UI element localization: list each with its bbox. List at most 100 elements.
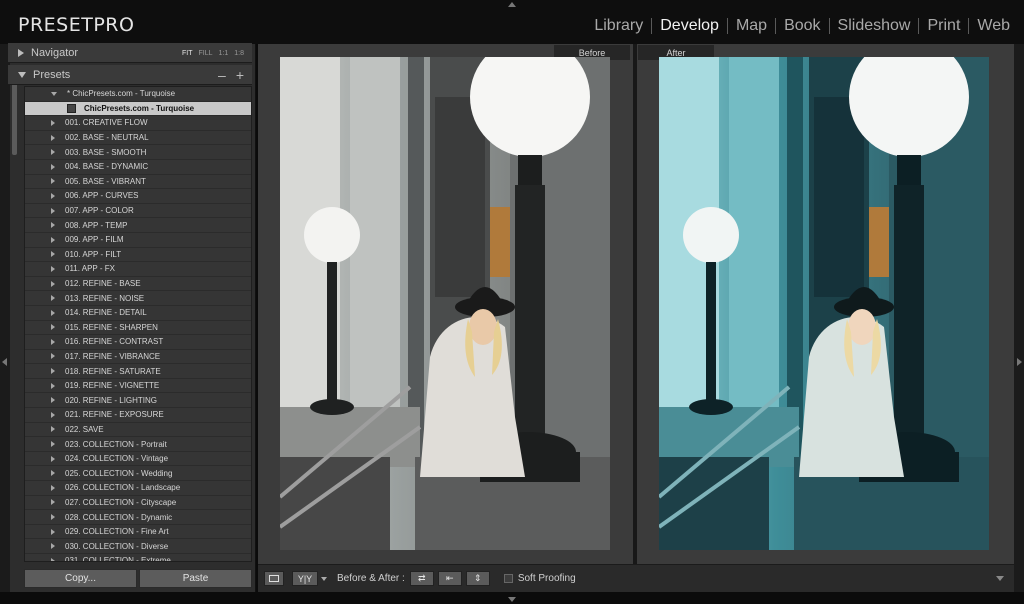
folder-collapsed-icon[interactable] (51, 499, 55, 506)
folder-collapsed-icon[interactable] (51, 163, 55, 170)
before-after-mode-button[interactable]: Y|Y (292, 571, 318, 586)
add-preset-button[interactable]: + (236, 67, 244, 83)
collapse-left-panel-icon[interactable] (2, 358, 7, 366)
folder-collapsed-icon[interactable] (51, 411, 55, 418)
folder-collapsed-icon[interactable] (51, 119, 55, 126)
preset-folder[interactable]: 003. BASE - SMOOTH (25, 145, 251, 160)
folder-collapsed-icon[interactable] (51, 397, 55, 404)
folder-collapsed-icon[interactable] (51, 455, 55, 462)
module-library[interactable]: Library (586, 17, 651, 35)
folder-collapsed-icon[interactable] (51, 309, 55, 316)
folder-collapsed-icon[interactable] (51, 441, 55, 448)
folder-collapsed-icon[interactable] (51, 178, 55, 185)
preset-folder[interactable]: 009. APP - FILM (25, 233, 251, 248)
paste-button[interactable]: Paste (139, 569, 252, 588)
folder-collapsed-icon[interactable] (51, 557, 55, 561)
preset-folder[interactable]: 031. COLLECTION - Extreme (25, 554, 251, 561)
mode-dropdown-icon[interactable] (321, 576, 327, 581)
folder-collapsed-icon[interactable] (51, 251, 55, 258)
preset-folder[interactable]: 004. BASE - DYNAMIC (25, 160, 251, 175)
folder-collapsed-icon[interactable] (51, 528, 55, 535)
remove-preset-button[interactable]: – (218, 67, 226, 83)
preset-folder[interactable]: 019. REFINE - VIGNETTE (25, 379, 251, 394)
preset-folder[interactable]: 029. COLLECTION - Fine Art (25, 525, 251, 540)
preset-folder[interactable]: 018. REFINE - SATURATE (25, 364, 251, 379)
preset-folder[interactable]: 006. APP - CURVES (25, 189, 251, 204)
loupe-view-button[interactable] (264, 571, 284, 586)
collapse-triangle-icon[interactable] (18, 71, 26, 78)
folder-collapsed-icon[interactable] (51, 265, 55, 272)
preset-folder[interactable]: 016. REFINE - CONTRAST (25, 335, 251, 350)
module-map[interactable]: Map (728, 17, 775, 35)
module-book[interactable]: Book (776, 17, 828, 35)
module-develop[interactable]: Develop (652, 17, 727, 35)
swap-before-after-button[interactable]: ⇕ (465, 571, 490, 586)
preset-folder[interactable]: 022. SAVE (25, 423, 251, 438)
folder-collapsed-icon[interactable] (51, 484, 55, 491)
preset-folder[interactable]: 028. COLLECTION - Dynamic (25, 510, 251, 525)
preset-folder[interactable]: 010. APP - FILT (25, 248, 251, 263)
preset-folder[interactable]: 013. REFINE - NOISE (25, 291, 251, 306)
folder-collapsed-icon[interactable] (51, 426, 55, 433)
folder-collapsed-icon[interactable] (51, 324, 55, 331)
folder-collapsed-icon[interactable] (51, 149, 55, 156)
preset-folder[interactable]: 007. APP - COLOR (25, 204, 251, 219)
expand-triangle-icon[interactable] (18, 48, 24, 57)
folder-collapsed-icon[interactable] (51, 543, 55, 550)
preset-folder[interactable]: 023. COLLECTION - Portrait (25, 437, 251, 452)
folder-collapsed-icon[interactable] (51, 514, 55, 521)
collapse-right-panel-icon[interactable] (1017, 358, 1022, 366)
zoom-fill[interactable]: FILL (199, 50, 213, 57)
preset-folder[interactable]: 021. REFINE - EXPOSURE (25, 408, 251, 423)
preset-folder-open[interactable]: * ChicPresets.com - Turquoise (25, 87, 251, 102)
preset-folder[interactable]: 026. COLLECTION - Landscape (25, 481, 251, 496)
folder-collapsed-icon[interactable] (51, 280, 55, 287)
preset-folder[interactable]: 011. APP - FX (25, 262, 251, 277)
folder-collapsed-icon[interactable] (51, 134, 55, 141)
module-print[interactable]: Print (919, 17, 968, 35)
folder-collapsed-icon[interactable] (51, 222, 55, 229)
preset-folder[interactable]: 020. REFINE - LIGHTING (25, 393, 251, 409)
folder-collapsed-icon[interactable] (51, 382, 55, 389)
preset-folder[interactable]: 017. REFINE - VIBRANCE (25, 350, 251, 365)
preset-folder[interactable]: 024. COLLECTION - Vintage (25, 452, 251, 467)
zoom-1-1[interactable]: 1:1 (219, 50, 229, 57)
module-web[interactable]: Web (969, 17, 1018, 35)
folder-collapsed-icon[interactable] (51, 295, 55, 302)
preset-folder[interactable]: 030. COLLECTION - Diverse (25, 539, 251, 554)
preset-folder[interactable]: 015. REFINE - SHARPEN (25, 321, 251, 336)
folder-collapsed-icon[interactable] (51, 368, 55, 375)
folder-expanded-icon[interactable] (51, 91, 57, 96)
presets-header[interactable]: Presets – + (8, 65, 252, 85)
preset-folder[interactable]: 001. CREATIVE FLOW (25, 116, 251, 131)
copy-before-to-after-button[interactable]: ⇄ (409, 571, 434, 586)
zoom-1-8[interactable]: 1:8 (234, 50, 244, 57)
soft-proofing-checkbox[interactable] (503, 574, 513, 583)
collapse-filmstrip-icon[interactable] (508, 597, 516, 602)
folder-collapsed-icon[interactable] (51, 236, 55, 243)
navigator-header[interactable]: Navigator FIT FILL 1:1 1:8 (8, 43, 252, 63)
copy-button[interactable]: Copy... (24, 569, 137, 588)
before-photo[interactable] (280, 57, 610, 550)
copy-after-to-before-button[interactable]: ⇤ (437, 571, 462, 586)
preset-folder[interactable]: 014. REFINE - DETAIL (25, 306, 251, 321)
folder-collapsed-icon[interactable] (51, 207, 55, 214)
module-slideshow[interactable]: Slideshow (830, 17, 919, 35)
preset-folder[interactable]: 005. BASE - VIBRANT (25, 175, 251, 190)
zoom-fit[interactable]: FIT (182, 50, 193, 57)
preset-item-selected[interactable]: ChicPresets.com - Turquoise (25, 101, 251, 117)
after-photo[interactable] (659, 57, 989, 550)
preset-label: 013. REFINE - NOISE (65, 293, 145, 303)
folder-collapsed-icon[interactable] (51, 353, 55, 360)
toolbar-options-dropdown-icon[interactable] (996, 576, 1004, 581)
folder-collapsed-icon[interactable] (51, 192, 55, 199)
preset-folder[interactable]: 008. APP - TEMP (25, 218, 251, 233)
preset-folder[interactable]: 002. BASE - NEUTRAL (25, 131, 251, 146)
folder-collapsed-icon[interactable] (51, 338, 55, 345)
collapse-top-panel-icon[interactable] (508, 2, 516, 7)
preset-folder[interactable]: 027. COLLECTION - Cityscape (25, 496, 251, 511)
preset-folder[interactable]: 025. COLLECTION - Wedding (25, 466, 251, 482)
preset-label: 016. REFINE - CONTRAST (65, 337, 164, 347)
preset-folder[interactable]: 012. REFINE - BASE (25, 277, 251, 292)
folder-collapsed-icon[interactable] (51, 470, 55, 477)
